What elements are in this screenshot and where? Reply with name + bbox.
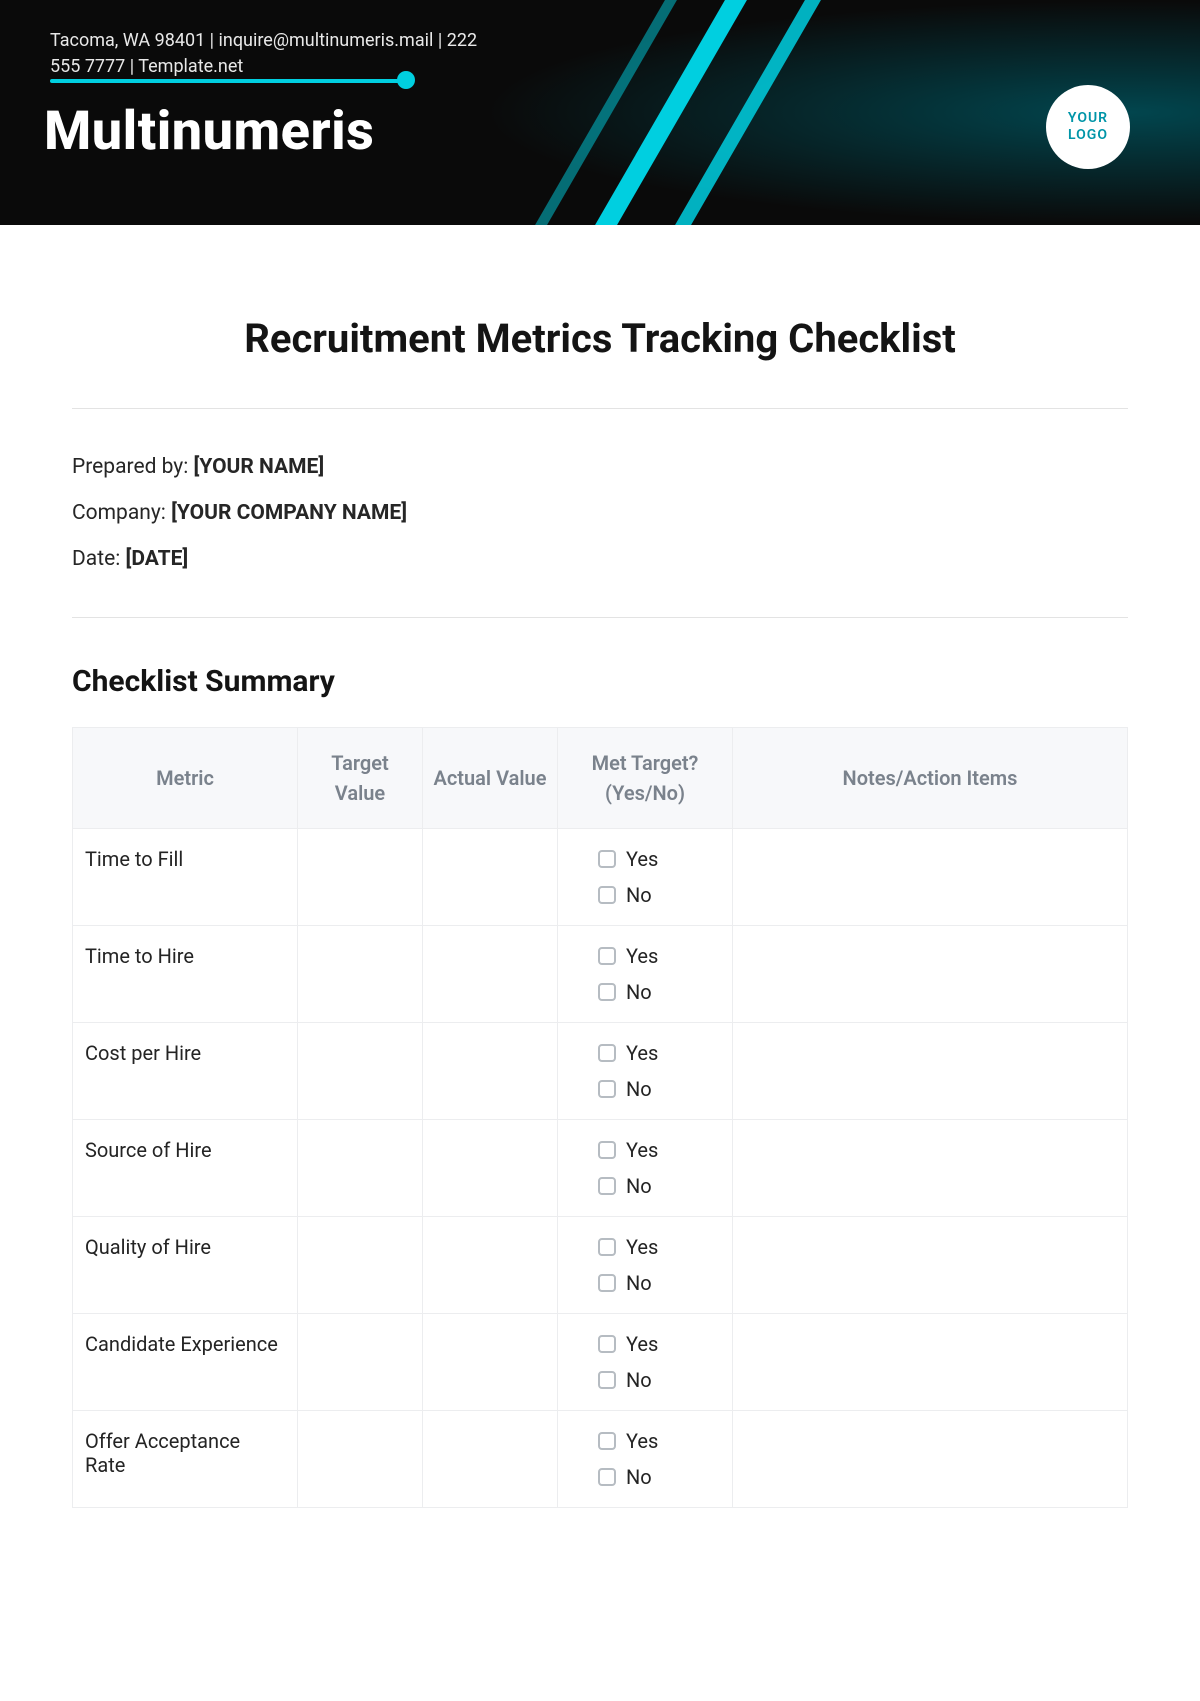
cell-actual[interactable] — [423, 1411, 558, 1508]
divider — [72, 617, 1128, 618]
cell-metric: Time to Hire — [73, 926, 298, 1023]
cell-actual[interactable] — [423, 1217, 558, 1314]
table-row: Time to Fill Yes No — [73, 829, 1128, 926]
cell-actual[interactable] — [423, 926, 558, 1023]
prepared-by-line: Prepared by: [YOUR NAME] — [72, 455, 1128, 479]
col-header-target: Target Value — [298, 728, 423, 829]
col-header-met: Met Target? (Yes/No) — [558, 728, 733, 829]
cell-met-target: Yes No — [558, 926, 733, 1023]
col-header-metric: Metric — [73, 728, 298, 829]
checkbox-no[interactable] — [598, 886, 616, 904]
cell-metric: Offer Acceptance Rate — [73, 1411, 298, 1508]
checkbox-yes[interactable] — [598, 1141, 616, 1159]
checkbox-no[interactable] — [598, 1274, 616, 1292]
date-value: [DATE] — [126, 547, 189, 571]
cell-actual[interactable] — [423, 1314, 558, 1411]
cell-actual[interactable] — [423, 1120, 558, 1217]
document-header: Tacoma, WA 98401 | inquire@multinumeris.… — [0, 0, 1200, 225]
label-no: No — [626, 1174, 652, 1198]
company-line: Company: [YOUR COMPANY NAME] — [72, 501, 1128, 525]
cell-notes[interactable] — [733, 1120, 1128, 1217]
table-row: Candidate Experience Yes No — [73, 1314, 1128, 1411]
date-label: Date: — [72, 547, 126, 571]
header-meta-text: Tacoma, WA 98401 | inquire@multinumeris.… — [50, 28, 480, 80]
cell-actual[interactable] — [423, 829, 558, 926]
cell-metric: Source of Hire — [73, 1120, 298, 1217]
page-title: Recruitment Metrics Tracking Checklist — [72, 315, 1128, 362]
label-yes: Yes — [626, 944, 658, 968]
table-row: Offer Acceptance Rate Yes No — [73, 1411, 1128, 1508]
prepared-by-value: [YOUR NAME] — [194, 455, 325, 479]
cell-target[interactable] — [298, 926, 423, 1023]
label-yes: Yes — [626, 1235, 658, 1259]
cell-target[interactable] — [298, 829, 423, 926]
cell-target[interactable] — [298, 1023, 423, 1120]
label-no: No — [626, 1465, 652, 1489]
accent-dot-icon — [397, 71, 415, 89]
table-row: Time to Hire Yes No — [73, 926, 1128, 1023]
label-yes: Yes — [626, 847, 658, 871]
date-line: Date: [DATE] — [72, 547, 1128, 571]
col-header-notes: Notes/Action Items — [733, 728, 1128, 829]
cell-metric: Cost per Hire — [73, 1023, 298, 1120]
cell-actual[interactable] — [423, 1023, 558, 1120]
cell-met-target: Yes No — [558, 829, 733, 926]
checkbox-yes[interactable] — [598, 850, 616, 868]
brand-name: Multinumeris — [44, 100, 374, 163]
checkbox-yes[interactable] — [598, 1335, 616, 1353]
accent-rule — [50, 79, 405, 83]
checkbox-yes[interactable] — [598, 947, 616, 965]
label-yes: Yes — [626, 1332, 658, 1356]
checkbox-no[interactable] — [598, 1371, 616, 1389]
cell-notes[interactable] — [733, 829, 1128, 926]
cell-notes[interactable] — [733, 926, 1128, 1023]
cell-notes[interactable] — [733, 1411, 1128, 1508]
label-no: No — [626, 1368, 652, 1392]
company-label: Company: — [72, 501, 171, 525]
label-no: No — [626, 883, 652, 907]
cell-notes[interactable] — [733, 1217, 1128, 1314]
checkbox-yes[interactable] — [598, 1238, 616, 1256]
label-yes: Yes — [626, 1429, 658, 1453]
cell-notes[interactable] — [733, 1314, 1128, 1411]
checkbox-yes[interactable] — [598, 1432, 616, 1450]
table-row: Source of Hire Yes No — [73, 1120, 1128, 1217]
label-no: No — [626, 980, 652, 1004]
table-row: Quality of Hire Yes No — [73, 1217, 1128, 1314]
checklist-table: Metric Target Value Actual Value Met Tar… — [72, 727, 1128, 1508]
checkbox-no[interactable] — [598, 983, 616, 1001]
divider — [72, 408, 1128, 409]
table-row: Cost per Hire Yes No — [73, 1023, 1128, 1120]
cell-target[interactable] — [298, 1411, 423, 1508]
cell-target[interactable] — [298, 1217, 423, 1314]
cell-metric: Time to Fill — [73, 829, 298, 926]
cell-met-target: Yes No — [558, 1120, 733, 1217]
col-header-actual: Actual Value — [423, 728, 558, 829]
cell-met-target: Yes No — [558, 1217, 733, 1314]
cell-notes[interactable] — [733, 1023, 1128, 1120]
checkbox-no[interactable] — [598, 1177, 616, 1195]
cell-target[interactable] — [298, 1120, 423, 1217]
label-yes: Yes — [626, 1041, 658, 1065]
cell-met-target: Yes No — [558, 1411, 733, 1508]
checkbox-no[interactable] — [598, 1080, 616, 1098]
cell-metric: Candidate Experience — [73, 1314, 298, 1411]
cell-metric: Quality of Hire — [73, 1217, 298, 1314]
company-value: [YOUR COMPANY NAME] — [171, 501, 407, 525]
document-body: Recruitment Metrics Tracking Checklist P… — [0, 225, 1200, 1508]
cell-met-target: Yes No — [558, 1023, 733, 1120]
cell-met-target: Yes No — [558, 1314, 733, 1411]
cell-target[interactable] — [298, 1314, 423, 1411]
label-no: No — [626, 1077, 652, 1101]
section-title-summary: Checklist Summary — [72, 664, 1128, 699]
label-yes: Yes — [626, 1138, 658, 1162]
checkbox-yes[interactable] — [598, 1044, 616, 1062]
logo-placeholder: YOUR LOGO — [1046, 85, 1130, 169]
label-no: No — [626, 1271, 652, 1295]
prepared-by-label: Prepared by: — [72, 455, 194, 479]
checkbox-no[interactable] — [598, 1468, 616, 1486]
